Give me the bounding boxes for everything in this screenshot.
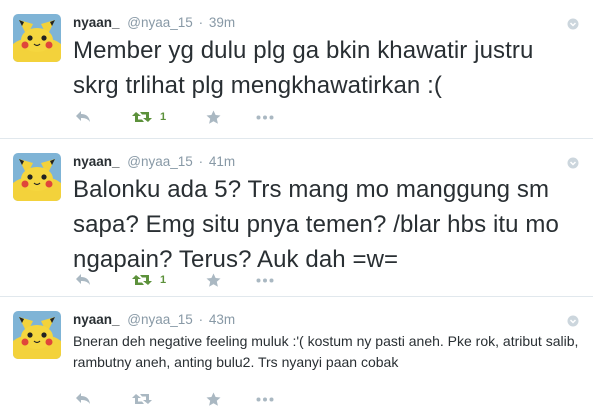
author-name[interactable]: nyaan_: [73, 312, 120, 327]
timeline: nyaan_ @nyaa_15 · 39m Member yg dulu plg…: [0, 0, 593, 412]
tweet-actions: [75, 389, 286, 409]
favorite-icon: [206, 273, 221, 287]
author-handle[interactable]: @nyaa_15: [127, 154, 193, 169]
retweet-button[interactable]: 1: [132, 273, 206, 287]
tweet-header: nyaan_ @nyaa_15 · 39m: [73, 14, 235, 32]
more-button[interactable]: [256, 397, 286, 402]
retweet-icon: [132, 112, 152, 122]
retweet-icon: [132, 394, 152, 404]
retweet-count: 1: [160, 274, 167, 286]
retweet-button[interactable]: 1: [132, 110, 206, 124]
dropdown-icon[interactable]: [567, 156, 579, 169]
author-name[interactable]: nyaan_: [73, 154, 120, 169]
avatar[interactable]: [13, 14, 61, 62]
separator: ·: [198, 154, 204, 169]
tweet-text: Balonku ada 5? Trs mang mo manggung sm s…: [73, 176, 559, 273]
retweet-count: 1: [160, 111, 167, 123]
favorite-button[interactable]: [206, 273, 256, 288]
favorite-icon: [206, 110, 221, 124]
separator: ·: [198, 312, 204, 327]
reply-button[interactable]: [75, 273, 132, 287]
more-icon: [256, 397, 274, 401]
tweet[interactable]: nyaan_ @nyaa_15 · 39m Member yg dulu plg…: [0, 0, 593, 139]
favorite-button[interactable]: [206, 392, 256, 407]
author-handle[interactable]: @nyaa_15: [127, 15, 193, 30]
retweet-icon: [132, 275, 152, 285]
separator: ·: [198, 15, 204, 30]
avatar[interactable]: [13, 311, 61, 359]
timestamp[interactable]: 41m: [209, 154, 235, 169]
dropdown-icon[interactable]: [567, 17, 579, 30]
more-icon: [256, 278, 274, 282]
tweet-text: Bneran deh negative feeling muluk :'( ko…: [73, 333, 579, 370]
retweet-button[interactable]: [132, 392, 206, 406]
avatar[interactable]: [13, 153, 61, 201]
reply-button[interactable]: [75, 110, 132, 124]
more-button[interactable]: [256, 278, 286, 283]
tweet-text: Member yg dulu plg ga bkin khawatir just…: [73, 37, 534, 99]
favorite-icon: [206, 392, 221, 406]
reply-icon: [76, 274, 90, 285]
tweet[interactable]: nyaan_ @nyaa_15 · 43m Bneran deh negativ…: [0, 297, 593, 412]
dropdown-icon[interactable]: [567, 314, 579, 327]
author-name[interactable]: nyaan_: [73, 15, 120, 30]
author-handle[interactable]: @nyaa_15: [127, 312, 193, 327]
reply-icon: [76, 393, 90, 404]
reply-button[interactable]: [75, 392, 132, 406]
tweet-header: nyaan_ @nyaa_15 · 41m: [73, 153, 235, 171]
tweet-actions: 1: [75, 107, 286, 127]
tweet-actions: 1: [75, 270, 286, 290]
reply-icon: [76, 111, 90, 122]
favorite-button[interactable]: [206, 110, 256, 125]
more-button[interactable]: [256, 115, 286, 120]
tweet-header: nyaan_ @nyaa_15 · 43m: [73, 311, 235, 329]
more-icon: [256, 115, 274, 119]
timestamp[interactable]: 43m: [209, 312, 235, 327]
timestamp[interactable]: 39m: [209, 15, 235, 30]
tweet[interactable]: nyaan_ @nyaa_15 · 41m Balonku ada 5? Trs…: [0, 139, 593, 297]
